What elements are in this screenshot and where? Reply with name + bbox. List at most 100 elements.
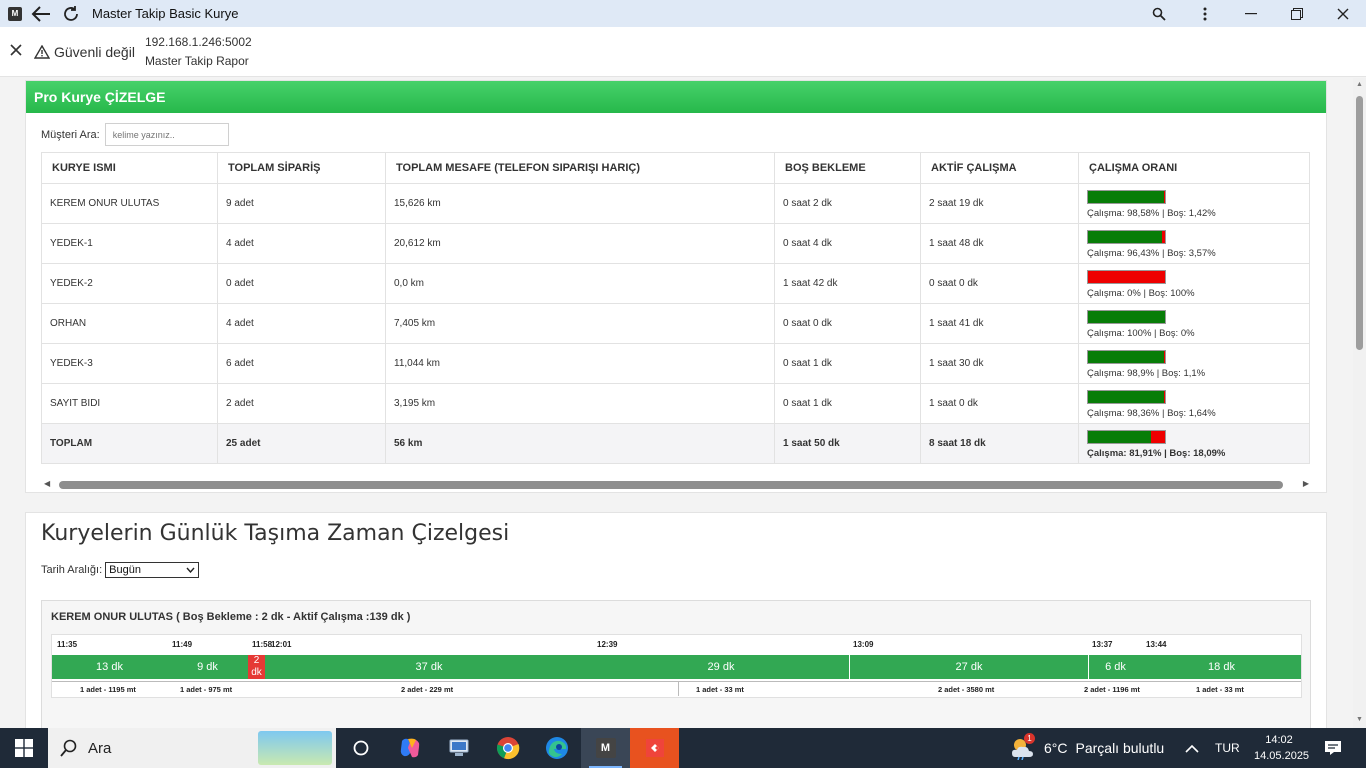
- weather-icon: 1: [1010, 733, 1036, 761]
- restore-icon[interactable]: [1274, 3, 1320, 25]
- col-active[interactable]: AKTİF ÇALIŞMA: [920, 152, 1079, 184]
- more-options-icon[interactable]: [1182, 3, 1228, 25]
- warning-icon: [34, 44, 50, 59]
- time-label: 11:49: [172, 640, 193, 649]
- orders-cell: 0 adet: [217, 263, 386, 304]
- url-info[interactable]: 192.168.1.246:5002 Master Takip Rapor: [145, 33, 252, 71]
- task-view-icon[interactable]: [336, 728, 385, 768]
- language-indicator[interactable]: TUR: [1215, 741, 1240, 755]
- search-label: Müşteri Ara:: [41, 128, 100, 141]
- work-ratio-cell: Çalışma: 98,36% | Boş: 1,64%: [1078, 383, 1310, 424]
- timeline-segment[interactable]: 29 dk: [593, 655, 849, 679]
- timeline-segment[interactable]: 27 dk: [849, 655, 1088, 679]
- back-icon[interactable]: [30, 3, 52, 25]
- courier-name-cell: YEDEK-3: [41, 343, 218, 384]
- active-cell: 1 saat 0 dk: [920, 383, 1079, 424]
- work-ratio-bar: [1087, 230, 1166, 244]
- chevron-down-icon: [186, 567, 195, 573]
- scroll-up-icon[interactable]: ▲: [1355, 81, 1364, 90]
- order-label: 1 adet - 33 mt: [696, 685, 744, 694]
- scroll-down-icon[interactable]: ▼: [1355, 716, 1364, 725]
- windows-start-icon[interactable]: [0, 728, 48, 768]
- scroll-thumb[interactable]: [1356, 96, 1363, 350]
- courier-name-cell: SAYIT BIDI: [41, 383, 218, 424]
- timeline-segment[interactable]: 6 dk: [1088, 655, 1142, 679]
- scroll-left-icon[interactable]: ◀: [44, 479, 50, 488]
- network-app-icon[interactable]: [434, 728, 483, 768]
- distance-cell: 7,405 km: [385, 303, 775, 344]
- timeline-segment[interactable]: 18 dk: [1142, 655, 1301, 679]
- weather-desc: Parçalı bulutlu: [1075, 740, 1165, 756]
- work-ratio-bar: [1087, 310, 1166, 324]
- col-total-orders[interactable]: TOPLAM SİPARİŞ: [217, 152, 386, 184]
- col-courier-name[interactable]: KURYE ISMI: [41, 152, 218, 184]
- search-input[interactable]: [104, 123, 229, 146]
- close-window-icon[interactable]: [1320, 3, 1366, 25]
- time-label: 13:44: [1146, 640, 1167, 649]
- col-work-ratio[interactable]: ÇALIŞMA ORANI: [1078, 152, 1310, 184]
- idle-cell: 0 saat 0 dk: [774, 303, 921, 344]
- timeline-segment[interactable]: 9 dk: [167, 655, 248, 679]
- date-range-select[interactable]: Bugün: [105, 562, 200, 578]
- weather-badge: 1: [1024, 733, 1035, 744]
- copilot-icon[interactable]: [385, 728, 434, 768]
- timeline-segment-idle[interactable]: 2 dk: [248, 655, 265, 679]
- edge-icon[interactable]: [532, 728, 581, 768]
- search-icon: [60, 739, 77, 757]
- work-ratio-text: Çalışma: 96,43% | Boş: 3,57%: [1087, 248, 1216, 259]
- master-takip-app-icon[interactable]: M: [581, 728, 630, 768]
- work-ratio-bar: [1087, 350, 1166, 364]
- horizontal-scrollbar[interactable]: ◀ ▶: [44, 479, 1309, 491]
- m-app-badge: M: [595, 738, 616, 758]
- courier-name-cell: YEDEK-2: [41, 263, 218, 304]
- table-row: ORHAN 4 adet 7,405 km 0 saat 0 dk 1 saat 41 …: [41, 303, 1310, 344]
- chrome-icon[interactable]: [483, 728, 532, 768]
- timeline-segment[interactable]: 37 dk: [265, 655, 593, 679]
- distance-cell: 11,044 km: [385, 343, 775, 384]
- time-label: 11:58: [252, 640, 273, 649]
- work-ratio-fill: [1088, 311, 1165, 323]
- weather-widget[interactable]: 1 6°C Parçalı bulutlu: [1010, 728, 1164, 768]
- col-idle[interactable]: BOŞ BEKLEME: [774, 152, 921, 184]
- idle-cell: 0 saat 1 dk: [774, 383, 921, 424]
- work-ratio-bar: [1087, 430, 1166, 444]
- anydesk-icon[interactable]: [630, 728, 679, 768]
- time-label: 13:37: [1092, 640, 1113, 649]
- idle-cell: 1 saat 50 dk: [774, 423, 921, 464]
- time-label: 12:01: [271, 640, 292, 649]
- scroll-right-icon[interactable]: ▶: [1303, 479, 1309, 488]
- refresh-icon[interactable]: [60, 3, 82, 25]
- close-icon[interactable]: [10, 43, 24, 61]
- order-label: 1 adet - 975 mt: [180, 685, 233, 694]
- active-cell: 0 saat 0 dk: [920, 263, 1079, 304]
- notification-icon[interactable]: [1318, 738, 1348, 758]
- system-tray: TUR: [1185, 728, 1240, 768]
- taskbar-search[interactable]: Ara: [48, 728, 336, 768]
- col-total-distance[interactable]: TOPLAM MESAFE (TELEFON SIPARIŞI HARIÇ): [385, 152, 775, 184]
- zoom-icon[interactable]: [1136, 3, 1182, 25]
- order-label: 1 adet - 1195 mt: [80, 685, 136, 694]
- card-header: Pro Kurye ÇİZELGE: [26, 81, 1326, 113]
- work-ratio-fill: [1088, 191, 1164, 203]
- timeline-bar: 13 dk 9 dk 2 dk 37 dk 29 dk 27 dk 6 dk 1…: [52, 655, 1301, 679]
- work-ratio-bar: [1087, 390, 1166, 404]
- minimize-icon[interactable]: [1228, 3, 1274, 25]
- order-label: 1 adet - 33 mt: [1196, 685, 1244, 694]
- panel-title: KEREM ONUR ULUTAS ( Boş Bekleme : 2 dk -…: [51, 611, 411, 623]
- page-title: Master Takip Rapor: [144, 53, 249, 68]
- chevron-up-icon[interactable]: [1185, 744, 1199, 753]
- work-ratio-cell: Çalışma: 98,58% | Boş: 1,42%: [1078, 183, 1310, 224]
- url-text: 192.168.1.246:5002: [144, 34, 252, 49]
- timeline-segment[interactable]: 13 dk: [52, 655, 167, 679]
- table-total-row: TOPLAM 25 adet 56 km 1 saat 50 dk 8 saat 18 …: [41, 423, 1310, 464]
- vertical-scrollbar[interactable]: ▲ ▼: [1353, 78, 1366, 728]
- weather-temp: 6°C: [1044, 740, 1068, 756]
- distance-cell: 15,626 km: [385, 183, 775, 224]
- clock[interactable]: 14:02 14.05.2025: [1254, 732, 1309, 764]
- active-cell: 8 saat 18 dk: [920, 423, 1079, 464]
- active-cell: 1 saat 48 dk: [920, 223, 1079, 264]
- security-label: Güvenli değil: [54, 43, 135, 60]
- security-indicator[interactable]: Güvenli değil: [34, 44, 135, 60]
- scroll-thumb[interactable]: [59, 481, 1283, 489]
- work-ratio-bar: [1087, 270, 1166, 284]
